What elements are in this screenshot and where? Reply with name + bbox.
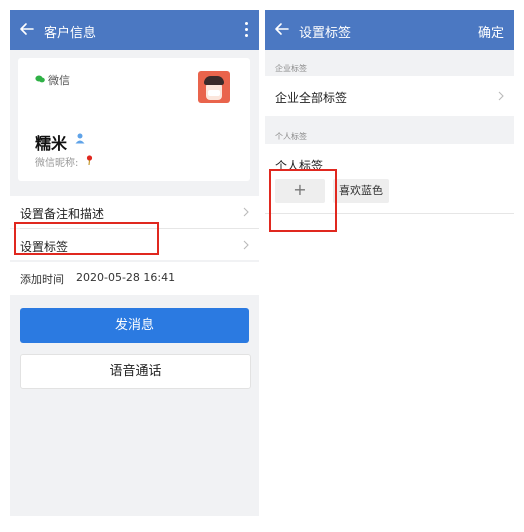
page-title: 设置标签 (299, 26, 352, 41)
set-tags-label: 设置标签 (20, 240, 69, 254)
back-arrow-icon[interactable] (18, 20, 36, 38)
customer-info-screen: 客户信息 微信 糯米 微信昵称: 设置备注和描述 设置标签 添加时间 2020-… (10, 10, 259, 516)
enterprise-tags-section-title: 企业标签 (275, 64, 307, 73)
personal-tags-heading: 个人标签 (275, 159, 324, 173)
added-time-value: 2020-05-28 16:41 (76, 271, 176, 284)
page-title: 客户信息 (44, 26, 97, 41)
send-message-button[interactable]: 发消息 (20, 308, 249, 343)
customer-name: 糯米 (35, 134, 68, 153)
enterprise-all-tags-label: 企业全部标签 (275, 91, 348, 105)
enterprise-all-tags-row[interactable]: 企业全部标签 (265, 76, 514, 116)
empty-area (265, 214, 514, 516)
customer-profile-card: 微信 糯米 微信昵称: (18, 58, 250, 181)
customer-info-header: 客户信息 (10, 10, 259, 50)
nickname-label: 微信昵称: (35, 158, 79, 169)
set-remark-row[interactable]: 设置备注和描述 (10, 196, 259, 228)
chevron-right-icon (498, 91, 504, 101)
added-time-label: 添加时间 (20, 273, 64, 286)
added-time-row: 添加时间 2020-05-28 16:41 (10, 262, 259, 295)
confirm-button[interactable]: 确定 (478, 22, 504, 41)
location-pin-icon (86, 155, 93, 165)
wechat-icon (35, 75, 45, 83)
set-remark-label: 设置备注和描述 (20, 207, 105, 221)
avatar (198, 71, 230, 103)
personal-tags-section-title: 个人标签 (275, 132, 307, 141)
person-icon (75, 133, 85, 144)
more-vertical-icon[interactable] (243, 20, 249, 40)
add-tag-button[interactable]: + (275, 179, 325, 203)
chevron-right-icon (243, 240, 249, 250)
set-tags-header: 设置标签 确定 (265, 10, 514, 50)
tag-chip[interactable]: 喜欢蓝色 (333, 179, 389, 203)
back-arrow-icon[interactable] (273, 20, 291, 38)
set-tags-screen: 设置标签 确定 企业标签 企业全部标签 个人标签 个人标签 + 喜欢蓝色 (265, 10, 514, 516)
platform-label: 微信 (48, 74, 70, 87)
set-tags-row[interactable]: 设置标签 (10, 229, 259, 260)
voice-call-button[interactable]: 语音通话 (20, 354, 251, 389)
chevron-right-icon (243, 207, 249, 217)
